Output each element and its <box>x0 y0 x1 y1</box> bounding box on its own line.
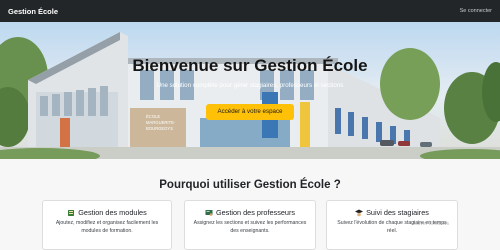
hero-overlay <box>0 22 500 159</box>
hero-banner: ÉCOLE MARGUERITE- BOURGEOYS Bienvenue su… <box>0 22 500 159</box>
feature-card-title: Gestion des modules <box>78 208 147 217</box>
teacher-board-icon <box>205 209 213 217</box>
login-link[interactable]: Se connecter <box>460 8 492 14</box>
features-heading: Pourquoi utiliser Gestion École ? <box>159 179 341 191</box>
hero-subtitle: Une solution complète pour gérer stagiai… <box>156 82 344 89</box>
graduate-icon <box>355 209 364 217</box>
activation-watermark: Activer Windows <box>412 221 449 227</box>
access-space-button[interactable]: Accéder à votre espace <box>206 104 294 120</box>
feature-card-title: Gestion des professeurs <box>215 208 296 217</box>
feature-card-modules: Gestion des modules Ajoutez, modifiez et… <box>42 200 172 250</box>
feature-card-teachers: Gestion des professeurs Assignez les sec… <box>184 200 316 250</box>
navbar: Gestion École Se connecter <box>0 0 500 22</box>
feature-card-title: Suivi des stagiaires <box>366 208 429 217</box>
feature-card-text: Ajoutez, modifiez et organisez facilemen… <box>55 220 159 234</box>
brand-logo[interactable]: Gestion École <box>8 7 58 16</box>
module-book-icon <box>67 209 75 217</box>
hero-title: Bienvenue sur Gestion École <box>132 56 368 75</box>
feature-card-text: Assignez les sections et suivez les perf… <box>193 220 307 234</box>
